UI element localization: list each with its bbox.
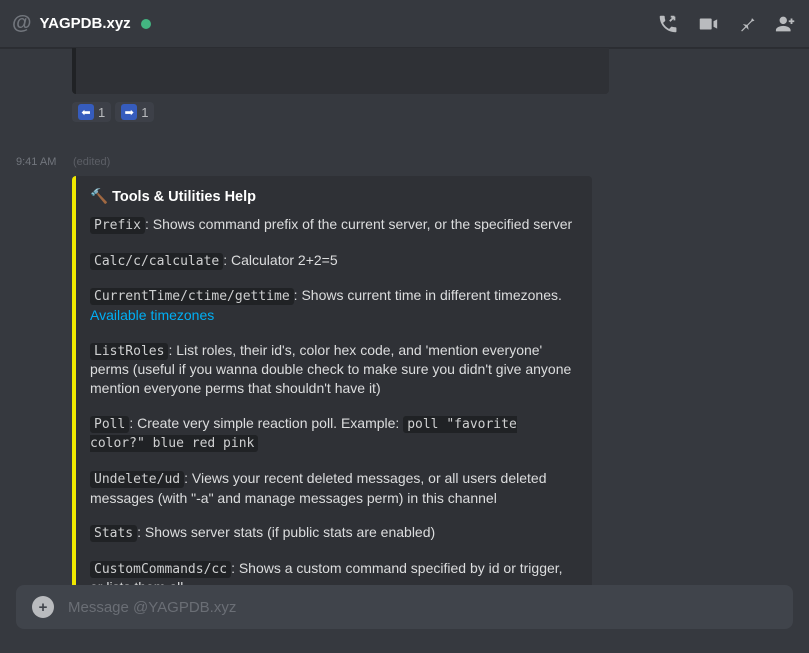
edited-label: (edited) [73, 156, 110, 168]
previous-embed-stub [72, 48, 609, 94]
message-input-box[interactable]: + [16, 585, 793, 629]
cmd-desc: : Create very simple reaction poll. Exam… [129, 415, 403, 431]
call-icon[interactable] [657, 13, 679, 35]
cmd-desc: : Calculator 2+2=5 [223, 252, 337, 268]
header-actions [657, 13, 797, 35]
arrow-left-icon: ⬅ [78, 104, 94, 120]
cmd-name: Stats [90, 525, 137, 542]
header-left: @ YAGPDB.xyz [12, 12, 151, 35]
message-area: ⬅ 1 ➡ 1 9:41 AM (edited) 🔨 Tools & Utili… [0, 48, 809, 585]
reaction-count: 1 [98, 105, 105, 120]
cmd-name: Calc/c/calculate [90, 253, 223, 270]
reaction-next[interactable]: ➡ 1 [115, 102, 154, 122]
cmd-name: Undelete/ud [90, 471, 184, 488]
help-embed: 🔨 Tools & Utilities Help Prefix: Shows c… [72, 176, 592, 585]
cmd-name: CustomCommands/cc [90, 561, 231, 578]
cmd-prefix: Prefix: Shows command prefix of the curr… [90, 215, 576, 235]
timezones-link[interactable]: Available timezones [90, 307, 214, 323]
cmd-calc: Calc/c/calculate: Calculator 2+2=5 [90, 251, 576, 271]
message-timestamp: 9:41 AM [16, 156, 56, 168]
cmd-name: ListRoles [90, 343, 168, 360]
hammer-icon: 🔨 [90, 188, 108, 205]
cmd-undelete: Undelete/ud: Views your recent deleted m… [90, 469, 576, 507]
cmd-desc: : Shows command prefix of the current se… [145, 216, 572, 232]
pin-icon[interactable] [737, 14, 757, 34]
header-bar: @ YAGPDB.xyz [0, 0, 809, 48]
attach-icon[interactable]: + [32, 596, 54, 618]
reactions-row: ⬅ 1 ➡ 1 [72, 102, 154, 122]
cmd-desc: : Shows server stats (if public stats ar… [137, 524, 435, 540]
status-online-icon [141, 19, 151, 29]
cmd-name: Poll [90, 416, 129, 433]
cmd-stats: Stats: Shows server stats (if public sta… [90, 523, 576, 543]
cmd-poll: Poll: Create very simple reaction poll. … [90, 414, 576, 453]
cmd-name: Prefix [90, 217, 145, 234]
channel-title: YAGPDB.xyz [40, 15, 131, 32]
reaction-count: 1 [141, 105, 148, 120]
cmd-customcommands: CustomCommands/cc: Shows a custom comman… [90, 559, 576, 585]
reaction-prev[interactable]: ⬅ 1 [72, 102, 111, 122]
cmd-listroles: ListRoles: List roles, their id's, color… [90, 341, 576, 398]
cmd-desc: : Shows current time in different timezo… [294, 287, 562, 303]
embed-title-text: Tools & Utilities Help [112, 189, 256, 205]
embed-title: 🔨 Tools & Utilities Help [90, 188, 576, 205]
video-icon[interactable] [697, 13, 719, 35]
add-friend-icon[interactable] [775, 13, 797, 35]
cmd-name: CurrentTime/ctime/gettime [90, 288, 294, 305]
arrow-right-icon: ➡ [121, 104, 137, 120]
at-icon: @ [12, 12, 32, 35]
message-input[interactable] [68, 599, 777, 616]
cmd-currenttime: CurrentTime/ctime/gettime: Shows current… [90, 286, 576, 324]
input-area: + [0, 585, 809, 653]
